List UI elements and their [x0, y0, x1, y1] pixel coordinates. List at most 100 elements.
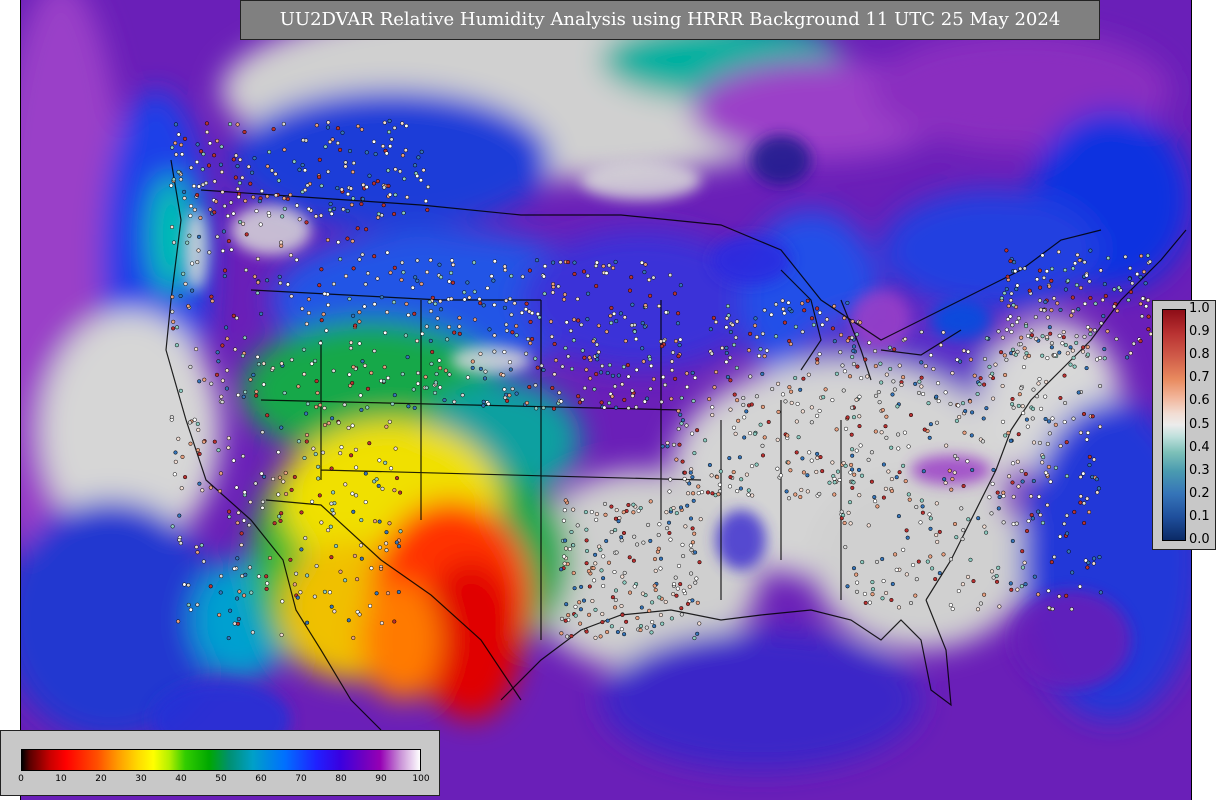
observation-dot [1082, 260, 1087, 265]
observation-dot [896, 432, 901, 437]
observation-dot [220, 399, 225, 405]
observation-dot [656, 304, 662, 309]
observation-dot [359, 518, 364, 523]
observation-dot [519, 310, 524, 315]
observation-dot [402, 176, 407, 181]
observation-dot [541, 367, 546, 373]
observation-dot [889, 597, 894, 603]
observation-dot [621, 364, 626, 369]
observation-dot [610, 394, 615, 399]
observation-dot [679, 606, 684, 611]
observation-dot [690, 598, 695, 603]
observation-dot [196, 427, 201, 432]
observation-dot [430, 295, 435, 300]
observation-dot [592, 578, 597, 583]
observation-dot [1009, 291, 1014, 296]
observation-dot [1048, 479, 1053, 484]
observation-dot [228, 608, 233, 613]
observation-dot [549, 334, 554, 339]
observation-dot [302, 168, 308, 173]
observation-dot [329, 466, 334, 471]
observation-dot [224, 325, 229, 330]
observation-dot [676, 311, 681, 316]
observation-dot [928, 353, 933, 358]
observation-dot [752, 431, 758, 436]
observation-dot [697, 560, 702, 565]
observation-dot [306, 206, 311, 211]
observation-dot [824, 317, 830, 322]
observation-dot [677, 343, 682, 348]
observation-dot [1082, 334, 1087, 339]
observation-dot [1063, 342, 1068, 348]
observation-dot [1076, 390, 1081, 395]
observation-dot [832, 339, 837, 344]
observation-dot [182, 196, 187, 201]
observation-dot [190, 288, 195, 293]
observation-dot [381, 203, 386, 208]
observation-dot [239, 531, 244, 536]
observation-dot [265, 413, 270, 418]
observation-dot [746, 488, 751, 493]
observation-dot [559, 399, 564, 404]
observation-dot [807, 450, 812, 455]
observation-dot [1128, 289, 1134, 295]
observation-dot [1099, 321, 1104, 326]
observation-dot [470, 359, 475, 364]
observation-dot [400, 121, 405, 126]
observation-dot [725, 374, 730, 380]
observation-dot [631, 510, 636, 515]
observation-dot [234, 316, 239, 321]
observation-dot [601, 583, 606, 589]
observation-dot [854, 589, 860, 594]
observation-dot [1116, 285, 1121, 290]
observation-dot [1069, 313, 1074, 318]
observation-dot [270, 366, 276, 371]
observation-dot [328, 524, 333, 529]
observation-dot [401, 210, 406, 216]
observation-dot [769, 312, 774, 317]
observation-dot [978, 601, 983, 606]
observation-dot [207, 250, 212, 255]
observation-dot [269, 168, 275, 173]
observation-dot [400, 260, 405, 265]
observation-dot [837, 477, 842, 483]
observation-dot [1024, 324, 1029, 329]
observation-dot [1065, 531, 1070, 536]
observation-dot [800, 301, 805, 306]
observation-dot [351, 635, 356, 640]
observation-dot [827, 480, 832, 485]
observation-dot [731, 470, 736, 475]
observation-dot [997, 494, 1002, 500]
observation-dot [1062, 373, 1067, 378]
observation-dot [481, 399, 486, 404]
observation-dot [708, 327, 713, 332]
observation-dot [240, 353, 245, 358]
observation-dot [256, 574, 261, 579]
observation-dot [452, 399, 457, 404]
observation-dot [874, 393, 879, 398]
observation-dot [1135, 272, 1140, 277]
observation-dot [934, 394, 939, 399]
observation-dot [447, 372, 452, 377]
observation-dot [1053, 422, 1058, 427]
obs-tick-label: 0.0 [1189, 532, 1210, 547]
observation-dot [1031, 387, 1036, 392]
observation-dot [587, 584, 592, 589]
observation-dot [359, 407, 364, 412]
observation-dot [728, 378, 733, 383]
observation-dot [857, 493, 862, 498]
observation-dot [483, 369, 488, 374]
observation-dot [197, 451, 202, 456]
observation-dot [243, 389, 248, 395]
observation-dot [809, 405, 814, 410]
observation-dot [423, 199, 428, 204]
observation-dot [731, 425, 737, 430]
observation-dot [1015, 587, 1020, 592]
observation-dot [1056, 249, 1061, 254]
observation-dot [966, 517, 971, 522]
observation-dot [587, 612, 592, 617]
observation-dot [707, 397, 712, 402]
observation-dot [1065, 351, 1070, 356]
observation-dot [276, 450, 281, 455]
observation-dot [327, 590, 332, 595]
